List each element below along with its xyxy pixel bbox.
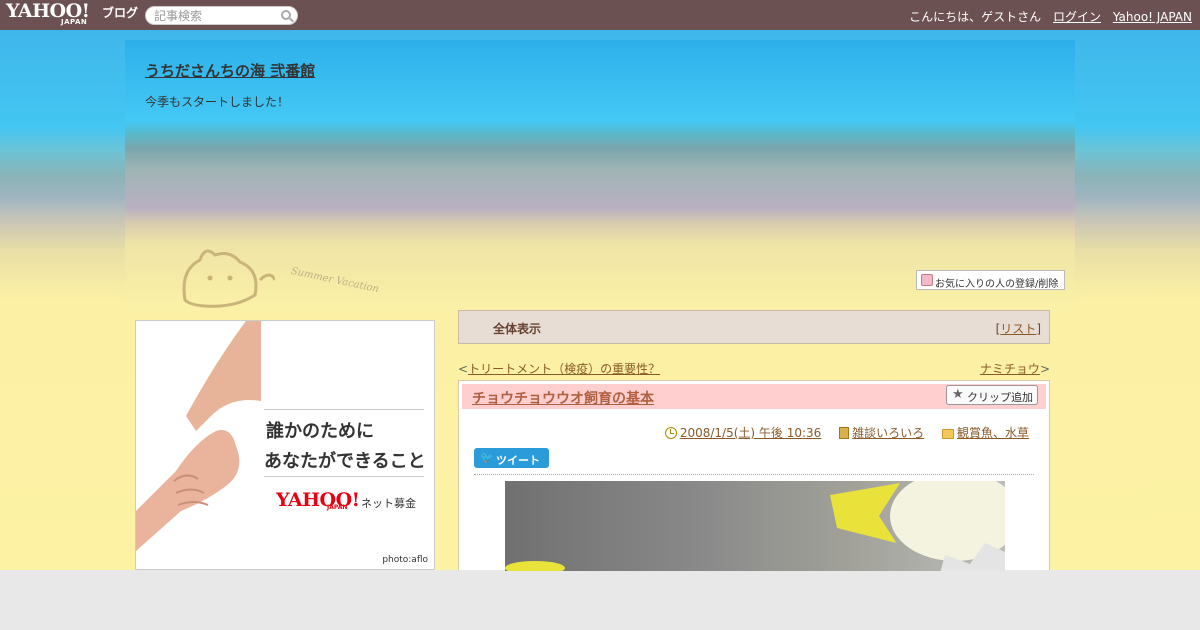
dotted-divider — [474, 474, 1034, 475]
blog-header: うちださんちの海 弐番館 今季もスタートしました！ Summer Vacatio… — [125, 40, 1075, 310]
ad-yahoo-logo-japan: JAPAN — [327, 504, 348, 511]
holding-hands-image — [136, 321, 261, 551]
bottom-band — [0, 570, 1200, 630]
ad-headline-2: あなたができること — [264, 451, 426, 472]
tweet-button[interactable]: 🐦 ツイート — [474, 448, 549, 468]
ad-photo-credit: photo:aflo — [382, 555, 428, 565]
folder-icon — [941, 429, 954, 439]
logo-japan: JAPAN — [61, 18, 88, 26]
next-article: ナミチョウ> — [980, 360, 1050, 377]
user-nav: こんにちは、ゲストさん ログイン Yahoo! JAPAN — [901, 8, 1192, 25]
clip-add-label: クリップ追加 — [967, 391, 1033, 404]
article-navigation: <トリートメント（検疫）の重要性？ ナミチョウ> — [458, 360, 1050, 376]
category-link-1[interactable]: 雑談いろいろ — [852, 426, 924, 440]
fish-fin — [505, 561, 565, 571]
sand-writing: Summer Vacation — [289, 265, 380, 296]
blog-description: 今季もスタートしました！ — [145, 95, 290, 109]
next-arrow: > — [1039, 362, 1050, 376]
top-bar: YAHOO! JAPAN ブログ こんにちは、ゲストさん ログイン Yahoo!… — [0, 0, 1200, 30]
clip-add-button[interactable]: ★ クリップ追加 — [946, 385, 1038, 405]
clock-icon — [664, 427, 677, 439]
article: チョウチョウウオ飼育の基本 ★ クリップ追加 2008/1/5(土) 午後 10… — [458, 380, 1050, 571]
search-input[interactable] — [154, 9, 279, 23]
login-link[interactable]: ログイン — [1053, 10, 1101, 24]
yahoo-japan-link[interactable]: Yahoo! JAPAN — [1113, 10, 1192, 24]
star-icon: ★ — [952, 387, 964, 402]
donation-ad[interactable]: 誰かのために あなたができること YAHOO! JAPAN ネット募金 phot… — [135, 320, 435, 570]
ad-headline-1: 誰かのために — [266, 421, 374, 442]
category-link-2[interactable]: 観賞魚、水草 — [957, 426, 1029, 440]
next-article-link[interactable]: ナミチョウ — [980, 362, 1040, 376]
twitter-bird-icon: 🐦 — [480, 451, 494, 464]
tab-list-wrapper: [リスト] — [996, 320, 1041, 337]
search-icon[interactable] — [281, 10, 291, 20]
book-icon — [839, 427, 850, 439]
greeting-text: こんにちは、ゲストさん — [909, 10, 1042, 24]
favorite-register-button[interactable]: お気に入りの人の登録/削除 — [916, 270, 1065, 290]
favorite-label: お気に入りの人の登録/削除 — [935, 279, 1059, 290]
fish-photo[interactable] — [505, 481, 1005, 571]
sand-bear-drawing — [182, 249, 275, 308]
tab-list-view[interactable]: リスト — [1000, 322, 1036, 336]
article-meta: 2008/1/5(土) 午後 10:36 雑談いろいろ 観賞魚、水草 — [651, 424, 1029, 441]
list-bracket-close: ] — [1036, 322, 1041, 336]
article-title[interactable]: チョウチョウウオ飼育の基本 — [472, 388, 654, 408]
blog-title[interactable]: うちださんちの海 弐番館 — [145, 60, 315, 81]
view-tab-bar: 全体表示 [リスト] — [458, 310, 1050, 344]
tab-all-view[interactable]: 全体表示 — [493, 320, 541, 337]
favorite-icon — [921, 274, 933, 286]
search-box — [145, 6, 298, 25]
yahoo-blog-logo[interactable]: YAHOO! JAPAN ブログ — [6, 2, 138, 27]
ad-divider-top — [264, 409, 424, 410]
ad-divider-bottom — [264, 476, 424, 477]
logo-blog: ブログ — [102, 6, 139, 20]
article-date[interactable]: 2008/1/5(土) 午後 10:36 — [680, 426, 821, 440]
tweet-label: ツイート — [496, 454, 540, 467]
prev-article: <トリートメント（検疫）の重要性？ — [458, 360, 660, 377]
ad-net-donation: ネット募金 — [361, 497, 416, 510]
prev-article-link[interactable]: トリートメント（検疫）の重要性？ — [468, 362, 660, 376]
article-title-band: チョウチョウウオ飼育の基本 ★ クリップ追加 — [462, 384, 1046, 409]
prev-arrow: < — [458, 362, 469, 376]
